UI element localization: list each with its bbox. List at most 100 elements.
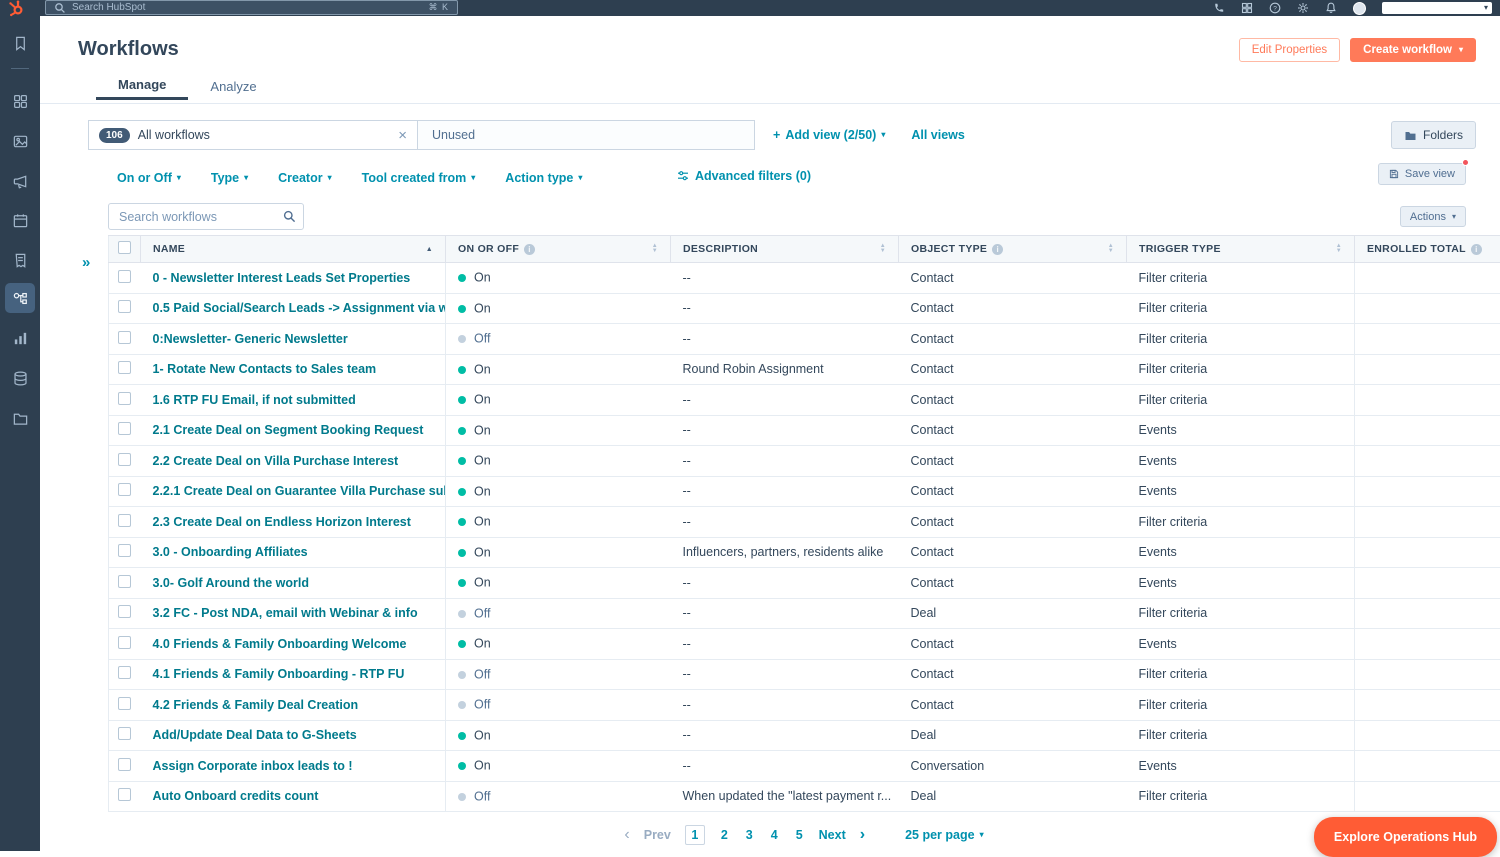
workflow-name-link[interactable]: 4.0 Friends & Family Onboarding Welcome <box>153 637 407 651</box>
row-checkbox[interactable] <box>118 727 131 740</box>
page-button-5[interactable]: 5 <box>794 828 805 842</box>
filter-dropdown-tool-created-from[interactable]: Tool created from▾ <box>362 171 476 185</box>
workflow-name-link[interactable]: 0.5 Paid Social/Search Leads -> Assignme… <box>153 301 446 315</box>
select-all-checkbox[interactable] <box>118 241 131 254</box>
search-workflows-input[interactable] <box>108 203 304 230</box>
column-header-object-type[interactable]: OBJECT TYPEi▲▼ <box>899 236 1127 263</box>
workflow-enrolled-total <box>1355 690 1500 721</box>
row-checkbox[interactable] <box>118 636 131 649</box>
workflow-name-link[interactable]: 0:Newsletter- Generic Newsletter <box>153 332 348 346</box>
filter-dropdown-action-type[interactable]: Action type▾ <box>505 171 582 185</box>
workflow-name-link[interactable]: 3.0 - Onboarding Affiliates <box>153 545 308 559</box>
filter-dropdown-on-or-off[interactable]: On or Off▾ <box>117 171 181 185</box>
page-button-2[interactable]: 2 <box>719 828 730 842</box>
row-checkbox[interactable] <box>118 453 131 466</box>
filter-dropdown-creator[interactable]: Creator▾ <box>278 171 331 185</box>
workflow-name-link[interactable]: 2.2.1 Create Deal on Guarantee Villa Pur… <box>153 484 446 498</box>
close-icon[interactable]: × <box>398 128 407 143</box>
tab-manage[interactable]: Manage <box>96 72 188 100</box>
page-button-1[interactable]: 1 <box>685 825 705 845</box>
sidebar-item-marketing[interactable] <box>0 167 40 195</box>
notifications-bell-icon[interactable] <box>1325 2 1337 14</box>
workflow-name-link[interactable]: 0 - Newsletter Interest Leads Set Proper… <box>153 271 411 285</box>
all-views-link[interactable]: All views <box>911 128 965 142</box>
edit-properties-button[interactable]: Edit Properties <box>1239 38 1340 62</box>
page-button-3[interactable]: 3 <box>744 828 755 842</box>
column-header-on-or-off[interactable]: ON OR OFFi▲▼ <box>446 236 671 263</box>
info-icon[interactable]: i <box>524 244 535 255</box>
row-checkbox[interactable] <box>118 758 131 771</box>
marketplace-icon[interactable] <box>1241 2 1253 14</box>
workflow-name-link[interactable]: 2.1 Create Deal on Segment Booking Reque… <box>153 423 424 437</box>
add-view-button[interactable]: + Add view (2/50) ▾ <box>773 128 885 142</box>
sidebar-item-bookmarks[interactable] <box>0 29 40 57</box>
user-avatar[interactable] <box>1353 2 1366 15</box>
per-page-selector[interactable]: 25 per page ▾ <box>905 828 984 842</box>
workflow-name-link[interactable]: 2.3 Create Deal on Endless Horizon Inter… <box>153 515 411 529</box>
row-checkbox[interactable] <box>118 483 131 496</box>
row-checkbox[interactable] <box>118 422 131 435</box>
column-header-trigger-type[interactable]: TRIGGER TYPE▲▼ <box>1127 236 1355 263</box>
row-checkbox[interactable] <box>118 666 131 679</box>
workflow-name-link[interactable]: 2.2 Create Deal on Villa Purchase Intere… <box>153 454 399 468</box>
chevron-right-icon[interactable]: › <box>860 826 865 844</box>
next-page-button[interactable]: Next <box>819 828 846 842</box>
save-view-button[interactable]: Save view <box>1378 163 1466 185</box>
prev-page-button[interactable]: Prev <box>644 828 671 842</box>
expand-panel-button[interactable]: » <box>82 254 90 271</box>
filter-dropdown-type[interactable]: Type▾ <box>211 171 248 185</box>
row-checkbox[interactable] <box>118 361 131 374</box>
workflow-name-link[interactable]: Add/Update Deal Data to G-Sheets <box>153 728 357 742</box>
row-checkbox[interactable] <box>118 697 131 710</box>
column-header-description[interactable]: DESCRIPTION▲▼ <box>671 236 899 263</box>
sidebar-item-commerce[interactable] <box>0 246 40 274</box>
row-checkbox[interactable] <box>118 544 131 557</box>
row-checkbox[interactable] <box>118 575 131 588</box>
row-checkbox[interactable] <box>118 605 131 618</box>
column-header-name[interactable]: NAME▲ <box>141 236 446 263</box>
workflow-name-link[interactable]: 1.6 RTP FU Email, if not submitted <box>153 393 356 407</box>
explore-operations-hub-button[interactable]: Explore Operations Hub <box>1314 817 1497 857</box>
page-button-4[interactable]: 4 <box>769 828 780 842</box>
row-checkbox[interactable] <box>118 270 131 283</box>
sidebar-item-content[interactable] <box>0 206 40 234</box>
sidebar-item-workspaces[interactable] <box>0 87 40 115</box>
calendar-icon <box>12 212 29 229</box>
tab-analyze[interactable]: Analyze <box>188 72 278 100</box>
workflow-name-link[interactable]: 4.1 Friends & Family Onboarding - RTP FU <box>153 667 405 681</box>
workflow-description: -- <box>671 385 899 416</box>
view-tab-unused[interactable]: Unused <box>418 120 755 150</box>
row-checkbox[interactable] <box>118 788 131 801</box>
row-checkbox[interactable] <box>118 300 131 313</box>
info-icon[interactable]: i <box>1471 244 1482 255</box>
views-bar: 106 All workflows × Unused + Add view (2… <box>88 120 1476 150</box>
workflow-name-link[interactable]: 1- Rotate New Contacts to Sales team <box>153 362 377 376</box>
actions-button[interactable]: Actions ▾ <box>1400 206 1466 227</box>
account-menu[interactable]: ▾ <box>1382 2 1492 14</box>
info-icon[interactable]: i <box>992 244 1003 255</box>
advanced-filters-button[interactable]: Advanced filters (0) <box>677 169 811 183</box>
row-checkbox[interactable] <box>118 331 131 344</box>
sidebar-item-automations[interactable] <box>5 283 35 313</box>
sidebar-item-library[interactable] <box>0 404 40 432</box>
workflow-name-link[interactable]: 3.2 FC - Post NDA, email with Webinar & … <box>153 606 418 620</box>
row-checkbox[interactable] <box>118 392 131 405</box>
call-icon[interactable] <box>1213 2 1225 14</box>
sidebar-item-crm[interactable] <box>0 127 40 155</box>
view-tab-all-workflows[interactable]: 106 All workflows × <box>88 120 418 150</box>
global-search-input[interactable]: Search HubSpot ⌘ K <box>45 0 458 15</box>
create-workflow-button[interactable]: Create workflow▾ <box>1350 38 1476 62</box>
hubspot-logo-icon[interactable] <box>7 0 25 18</box>
workflow-name-link[interactable]: Auto Onboard credits count <box>153 789 319 803</box>
help-icon[interactable]: ? <box>1269 2 1281 14</box>
workflow-name-link[interactable]: 3.0- Golf Around the world <box>153 576 309 590</box>
folders-button[interactable]: Folders <box>1391 121 1476 149</box>
row-checkbox[interactable] <box>118 514 131 527</box>
sidebar-item-reporting[interactable] <box>0 324 40 352</box>
sidebar-item-data-management[interactable] <box>0 364 40 392</box>
column-header-enrolled-total[interactable]: ENROLLED TOTALi <box>1355 236 1500 263</box>
workflow-name-link[interactable]: 4.2 Friends & Family Deal Creation <box>153 698 359 712</box>
workflow-name-link[interactable]: Assign Corporate inbox leads to ! <box>153 759 353 773</box>
workflow-trigger-type: Filter criteria <box>1127 507 1355 538</box>
settings-gear-icon[interactable] <box>1297 2 1309 14</box>
